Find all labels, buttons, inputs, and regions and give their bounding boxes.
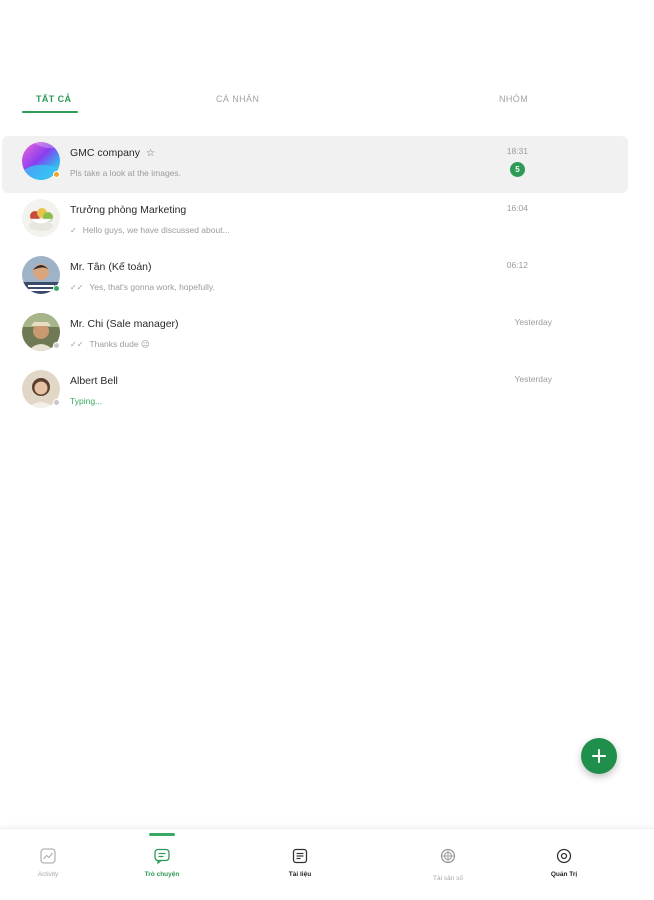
- chat-time: 16:04: [506, 203, 528, 213]
- nav-label: Tài liệu: [288, 871, 312, 878]
- settings-icon: [556, 848, 572, 864]
- plus-icon: [592, 749, 606, 763]
- chat-time: 18:31: [506, 146, 528, 156]
- nav-label: Tài sản số: [433, 875, 463, 882]
- nav-item-activity[interactable]: Activity: [8, 847, 88, 878]
- chat-icon: [154, 848, 170, 865]
- activity-icon: [40, 848, 56, 864]
- chat-item[interactable]: Trưởng phòng Marketing ✓ Hello guys, we h…: [2, 193, 628, 250]
- chat-list: GMC company ☆ Pls take a look at the imag…: [0, 136, 654, 421]
- active-tab-indicator: [22, 111, 78, 113]
- tab-group[interactable]: NHÓM: [499, 94, 528, 104]
- tab-personal[interactable]: CÁ NHÂN: [216, 94, 259, 104]
- chat-item[interactable]: GMC company ☆ Pls take a look at the imag…: [2, 136, 628, 193]
- nav-item-digital-assets[interactable]: Tài sản số: [408, 847, 488, 882]
- nav-label: Quản Trị: [550, 871, 578, 878]
- nav-item-documents[interactable]: Tài liệu: [260, 847, 340, 878]
- nav-label: Activity: [37, 871, 59, 878]
- chat-item[interactable]: Albert Bell Typing... Yesterday: [2, 364, 628, 421]
- nav-item-chat[interactable]: Trò chuyện: [122, 847, 202, 878]
- read-double-check-icon: ✓✓: [70, 283, 84, 292]
- chat-name: Trưởng phòng Marketing: [70, 204, 187, 216]
- chat-item[interactable]: Mr. Chi (Sale manager) ✓✓ Thanks dude 😉 Y…: [2, 307, 628, 364]
- unread-badge: 5: [510, 162, 525, 177]
- active-nav-indicator: [149, 833, 175, 836]
- document-icon: [292, 848, 308, 864]
- chat-time: 06:12: [506, 260, 528, 270]
- nav-item-admin[interactable]: Quản Trị: [524, 847, 604, 878]
- status-dot: [53, 285, 60, 292]
- avatar: [22, 199, 60, 237]
- chat-time: Yesterday: [514, 317, 553, 327]
- chat-time: Yesterday: [514, 374, 553, 384]
- pin-star-icon[interactable]: ☆: [146, 148, 155, 159]
- new-chat-button[interactable]: [581, 738, 617, 774]
- chat-item[interactable]: Mr. Tân (Kế toán) ✓✓ Yes, that's gonna wo…: [2, 250, 628, 307]
- chat-name: GMC company ☆: [70, 147, 155, 159]
- digital-asset-icon: [440, 848, 456, 864]
- status-dot: [53, 342, 60, 349]
- chat-preview: Typing...: [70, 396, 103, 406]
- chat-name: Albert Bell: [70, 375, 118, 387]
- chat-preview: ✓✓ Yes, that's gonna work, hopefully.: [70, 282, 215, 292]
- read-double-check-icon: ✓✓: [70, 340, 84, 349]
- nav-label: Trò chuyện: [144, 871, 180, 878]
- bottom-nav: Activity Trò chuyện Tài liệu Tài sản số: [0, 828, 654, 900]
- chat-preview: ✓✓ Thanks dude 😉: [70, 339, 150, 349]
- chat-filter-tabs: TẤT CẢ CÁ NHÂN NHÓM: [0, 88, 654, 118]
- chat-preview: Pls take a look at the images.: [70, 168, 182, 178]
- sent-check-icon: ✓: [70, 226, 77, 235]
- status-dot: [53, 171, 60, 178]
- avatar: [22, 142, 60, 180]
- chat-name: Mr. Tân (Kế toán): [70, 261, 152, 273]
- avatar: [22, 256, 60, 294]
- status-dot: [53, 399, 60, 406]
- chat-name: Mr. Chi (Sale manager): [70, 318, 179, 330]
- avatar: [22, 370, 60, 408]
- chat-preview: ✓ Hello guys, we have discussed about...: [70, 225, 230, 235]
- avatar: [22, 313, 60, 351]
- tab-all[interactable]: TẤT CẢ: [36, 94, 71, 104]
